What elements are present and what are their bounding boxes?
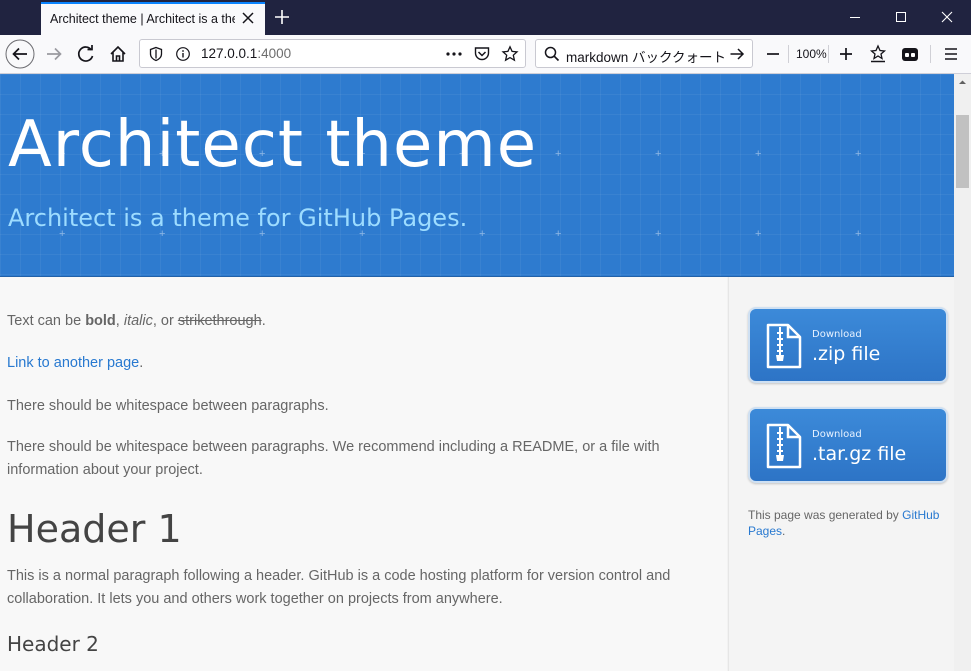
url-text[interactable]: 127.0.0.1:4000 [201, 46, 291, 61]
close-icon[interactable] [239, 9, 257, 27]
arrow-right-icon[interactable] [729, 46, 745, 62]
bookmarks-library-icon[interactable] [863, 39, 893, 69]
italic-text: italic [123, 313, 153, 329]
bookmark-star-icon[interactable] [501, 45, 519, 63]
info-icon[interactable] [175, 46, 191, 62]
another-page-link[interactable]: Link to another page [7, 355, 139, 371]
address-bar[interactable]: 127.0.0.1:4000 [139, 39, 526, 68]
zip-download-label: Download [812, 329, 862, 340]
minimize-icon[interactable] [832, 0, 878, 35]
tab-title: Architect theme | Architect is a theme f… [50, 12, 235, 26]
reload-icon[interactable] [71, 39, 101, 69]
tar-download-label: Download [812, 429, 862, 440]
maximize-icon[interactable] [878, 0, 924, 35]
zip-file-label: .zip file [812, 343, 881, 365]
title-bar: Architect theme | Architect is a theme f… [0, 0, 971, 35]
back-icon[interactable] [5, 39, 35, 69]
download-tar-button[interactable]: Download .tar.gz file [748, 407, 948, 483]
paragraph-github: This is a normal paragraph following a h… [7, 568, 671, 607]
paragraph-link: Link to another page. [7, 355, 144, 371]
bold-text: bold [85, 313, 116, 329]
search-icon [544, 46, 560, 62]
zip-file-icon [764, 323, 804, 369]
search-bar[interactable]: markdown バッククォート エン [535, 39, 753, 68]
shield-icon[interactable] [148, 46, 164, 62]
site-header: + + + + + + + + + + + + + + + + + + Architect theme Arch… [0, 74, 954, 277]
paragraph-whitespace: There should be whitespace between parag… [7, 398, 329, 414]
zoom-out-icon[interactable] [758, 39, 788, 69]
page-viewport[interactable]: + + + + + + + + + + + + + + + + + + Architect theme Arch… [0, 74, 954, 671]
zoom-level[interactable]: 100% [796, 47, 827, 61]
scrollbar-thumb[interactable] [956, 115, 969, 188]
header-1: Header 1 [7, 507, 182, 551]
main-content: Text can be bold, italic, or strikethrou… [0, 277, 727, 671]
window-close-icon[interactable] [924, 0, 970, 35]
browser-tab[interactable]: Architect theme | Architect is a theme f… [41, 2, 265, 35]
page-actions-icon[interactable] [445, 46, 463, 62]
menu-icon[interactable] [936, 39, 966, 69]
navigation-toolbar: 127.0.0.1:4000 markdown バッククォート エン 100% [0, 35, 971, 74]
new-tab-icon[interactable] [271, 6, 293, 28]
search-input[interactable]: markdown バッククォート エン [566, 46, 726, 66]
download-zip-button[interactable]: Download .zip file [748, 307, 948, 383]
forward-icon[interactable] [39, 39, 69, 69]
sidebar: Download .zip file Download .tar.gz file… [728, 277, 954, 671]
tar-file-icon [764, 423, 804, 469]
site-title[interactable]: Architect theme [8, 108, 537, 182]
container-extension-icon[interactable] [895, 39, 925, 69]
vertical-scrollbar[interactable] [954, 74, 971, 671]
tar-file-label: .tar.gz file [812, 443, 907, 465]
zoom-in-icon[interactable] [831, 39, 861, 69]
home-icon[interactable] [103, 39, 133, 69]
header-2: Header 2 [7, 632, 99, 656]
paragraph-formatting: Text can be bold, italic, or strikethrou… [7, 313, 266, 329]
generated-by-note: This page was generated by GitHub Pages. [748, 508, 940, 538]
paragraph-readme: There should be whitespace between parag… [7, 439, 660, 478]
pocket-icon[interactable] [473, 45, 491, 63]
site-subtitle: Architect is a theme for GitHub Pages. [8, 204, 468, 232]
strikethrough-text: strikethrough [177, 313, 262, 329]
scroll-up-arrow-icon[interactable] [954, 74, 971, 91]
